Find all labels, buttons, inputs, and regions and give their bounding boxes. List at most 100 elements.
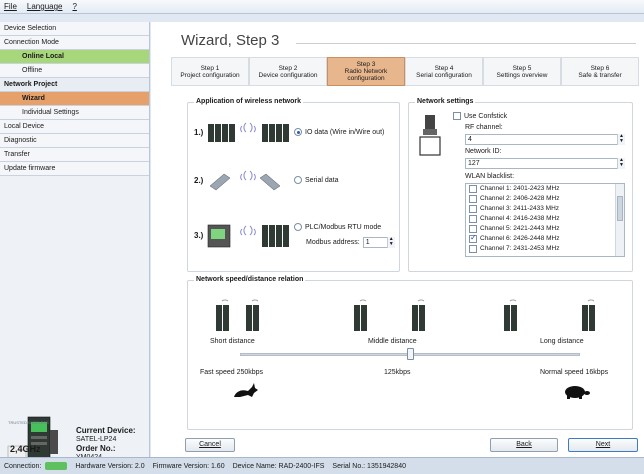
step-6-line2: Safe & transfer (578, 71, 622, 79)
app-option-1-label: IO data (Wire in/Wire out) (305, 128, 385, 136)
menu-file[interactable]: File (4, 2, 17, 11)
fast-speed-label: Fast speed 250kbps (200, 369, 264, 376)
step-1-line1: Step 1 (200, 64, 220, 72)
step-5-tab[interactable]: Step 5 Settings overview (483, 57, 561, 86)
list-item[interactable]: Channel 1: 2401-2423 MHz (466, 184, 624, 194)
app-option-1-radio[interactable] (294, 128, 302, 136)
network-id-label: Network ID: (465, 148, 502, 155)
rf-channel-stepper[interactable]: 4 ▲ ▼ (465, 134, 625, 145)
list-item[interactable]: Channel 4: 2416-2438 MHz (466, 214, 624, 224)
step-4-tab[interactable]: Step 4 Serial configuration (405, 57, 483, 86)
modbus-address-stepper[interactable]: 1 ▲ ▼ (362, 236, 395, 248)
step-5-line2: Settings overview (496, 71, 548, 79)
sidebar-item-diagnostic[interactable]: Diagnostic (0, 134, 149, 148)
sidebar-item-online-local[interactable]: Online Local (0, 50, 149, 64)
speed-slider-thumb[interactable] (407, 348, 414, 360)
app-option-3-num: 3.) (194, 230, 204, 240)
menu-help[interactable]: ? (72, 2, 76, 11)
step-6-tab[interactable]: Step 6 Safe & transfer (561, 57, 639, 86)
sidebar-item-network-project[interactable]: Network Project (0, 78, 149, 92)
channel-3-label: Channel 3: 2411-2433 MHz (480, 205, 560, 212)
sidebar-item-individual-settings[interactable]: Individual Settings (0, 106, 149, 120)
modbus-address-row: Modbus address: 1 ▲ ▼ (294, 236, 395, 248)
channel-4-checkbox[interactable] (469, 215, 477, 223)
channel-7-checkbox[interactable] (469, 245, 477, 253)
list-item[interactable]: Channel 7: 2431-2453 MHz (466, 244, 624, 254)
middle-distance-label: Middle distance (368, 338, 417, 345)
sidebar-item-local-device[interactable]: Local Device (0, 120, 149, 134)
serial-number: Serial No.: 1351942840 (332, 462, 406, 470)
network-settings-title: Network settings (415, 98, 476, 105)
modbus-address-label: Modbus address: (306, 238, 360, 246)
channel-5-checkbox[interactable] (469, 225, 477, 233)
cancel-button[interactable]: Cancel (185, 438, 235, 452)
list-item[interactable]: Channel 6: 2426-2448 MHz (466, 233, 624, 244)
cancel-button-label: Cancel (199, 441, 221, 448)
page-title: Wizard, Step 3 (181, 32, 280, 49)
sidebar-item-connection-mode[interactable]: Connection Mode (0, 36, 149, 50)
step-3-line3: configuration (347, 75, 385, 82)
rf-channel-input[interactable]: 4 (465, 134, 625, 145)
network-id-stepper[interactable]: 127 ▲ ▼ (465, 158, 625, 169)
rf-channel-spin[interactable]: ▲ ▼ (617, 134, 625, 145)
app-option-1-row: 1.) IO data (Wire in/Wire out) (194, 117, 384, 147)
wlan-list-scroll-thumb[interactable] (617, 196, 623, 221)
app-option-3-radio[interactable] (294, 222, 302, 231)
step-3-line1: Step 3 (356, 61, 376, 68)
short-distance-icon (216, 299, 259, 331)
turtle-icon (565, 386, 590, 399)
next-button-label: Next (595, 441, 611, 448)
step-3-line2: Radio Network (344, 68, 388, 75)
application-group-title: Application of wireless network (194, 98, 304, 105)
use-confstick-checkbox[interactable] (453, 112, 461, 120)
status-bar: Connection: Hardware Version: 2.0 Firmwa… (0, 457, 644, 474)
sidebar-item-offline[interactable]: Offline (0, 64, 149, 78)
back-button[interactable]: Back (490, 438, 558, 452)
step-3-tab[interactable]: Step 3 Radio Network configuration (327, 57, 405, 86)
sidebar-item-device-selection[interactable]: Device Selection (0, 22, 149, 36)
channel-1-checkbox[interactable] (469, 185, 477, 193)
firmware-version: Firmware Version: 1.60 (152, 462, 225, 470)
app-option-1-num: 1.) (194, 127, 204, 137)
step-4-line1: Step 4 (434, 64, 454, 72)
io-modules-icon (208, 122, 289, 142)
wlan-blacklist-label: WLAN blacklist: (465, 173, 515, 180)
network-id-spin[interactable]: ▲ ▼ (617, 158, 625, 169)
current-device-value: SATEL-LP24 (76, 436, 117, 443)
network-id-input[interactable]: 127 (465, 158, 625, 169)
sidebar: Device Selection Connection Mode Online … (0, 22, 150, 466)
confstick-icon (419, 115, 441, 156)
channel-7-label: Channel 7: 2431-2453 MHz (480, 245, 560, 252)
menu-file-label: File (4, 2, 17, 11)
sidebar-item-wizard[interactable]: Wizard (0, 92, 149, 106)
modbus-address-spin[interactable]: ▲ ▼ (386, 236, 395, 248)
normal-speed-label: Normal speed 16kbps (540, 369, 609, 376)
band-label: 2,4GHz (10, 444, 41, 454)
wlan-blacklist-list[interactable]: Channel 1: 2401-2423 MHz Channel 2: 2406… (465, 183, 625, 257)
speed-distance-group: Network speed/distance relation Short di… (187, 276, 633, 430)
current-device-label: Current Device: (76, 426, 136, 435)
list-item[interactable]: Channel 3: 2411-2433 MHz (466, 204, 624, 214)
speed-distance-title: Network speed/distance relation (194, 276, 306, 283)
sidebar-item-update-firmware[interactable]: Update firmware (0, 162, 149, 176)
wlan-list-scrollbar[interactable] (615, 184, 624, 256)
app-option-2-row: 2.) Serial data (194, 165, 338, 195)
channel-3-checkbox[interactable] (469, 205, 477, 213)
list-item[interactable]: Channel 5: 2421-2443 MHz (466, 224, 624, 234)
hardware-version: Hardware Version: 2.0 (75, 462, 145, 470)
step-2-tab[interactable]: Step 2 Device configuration (249, 57, 327, 86)
list-item[interactable]: Channel 2: 2406-2428 MHz (466, 194, 624, 204)
short-distance-label: Short distance (210, 338, 255, 345)
back-button-label: Back (516, 441, 532, 448)
channel-6-checkbox[interactable] (469, 233, 477, 243)
menu-language[interactable]: Language (27, 2, 63, 11)
channel-2-checkbox[interactable] (469, 195, 477, 203)
menu-help-label: ? (72, 2, 77, 11)
step-1-tab[interactable]: Step 1 Project configuration (171, 57, 249, 86)
app-option-3-controls: PLC/Modbus RTU mode Modbus address: 1 ▲ ▼ (294, 222, 395, 248)
sidebar-item-transfer[interactable]: Transfer (0, 148, 149, 162)
app-option-3-row: 3.) PLC/Modbus RTU mode Modbus address: … (194, 215, 395, 255)
app-option-2-radio[interactable] (294, 176, 302, 184)
next-button[interactable]: Next (568, 438, 638, 452)
connection-indicator-icon (45, 462, 68, 470)
